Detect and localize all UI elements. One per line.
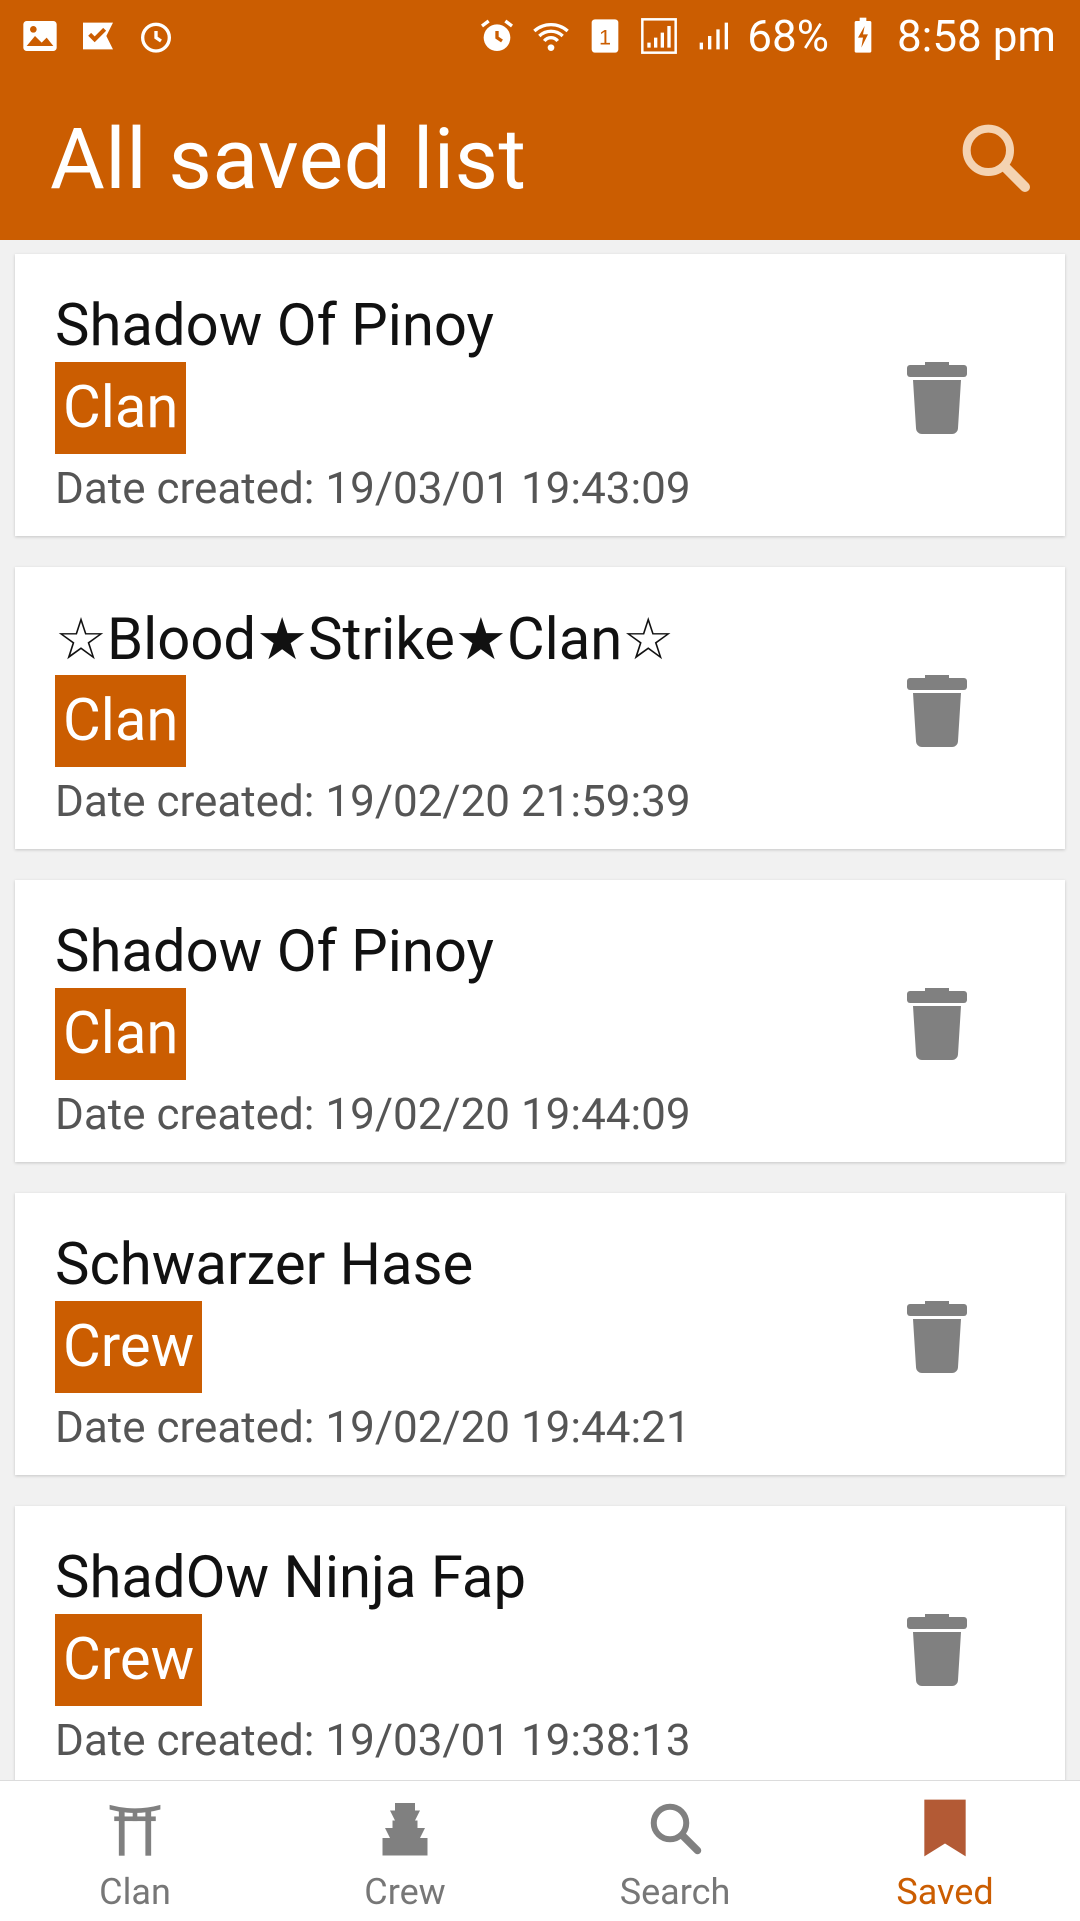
delete-trash-icon[interactable] [907, 675, 967, 747]
saved-item-card[interactable]: Shadow Of Pinoy Clan Date created: 19/03… [15, 254, 1065, 536]
nav-item-saved[interactable]: Saved [810, 1781, 1080, 1921]
app-bar: All saved list [0, 72, 1080, 240]
date-created: Date created: 19/02/20 19:44:09 [55, 1088, 691, 1140]
castle-icon [372, 1795, 438, 1861]
type-badge: Crew [55, 1301, 203, 1393]
nav-label-saved: Saved [896, 1871, 994, 1913]
saved-item-name: ☆Blood★Strike★Clan☆ [55, 606, 675, 674]
status-bar: 1 68% 8:58 pm [0, 0, 1080, 72]
task-check-icon [78, 16, 118, 56]
search-icon [962, 124, 1030, 192]
torii-gate-icon [102, 1795, 168, 1861]
wifi-icon [531, 16, 571, 56]
delete-trash-icon[interactable] [907, 1614, 967, 1686]
nav-label-crew: Crew [364, 1871, 446, 1913]
saved-item-name: ShadOw Ninja Fap [55, 1544, 527, 1612]
delete-trash-icon[interactable] [907, 1301, 967, 1373]
nav-label-clan: Clan [99, 1871, 171, 1913]
status-left [20, 16, 176, 56]
saved-item-card[interactable]: Shadow Of Pinoy Clan Date created: 19/02… [15, 880, 1065, 1162]
type-badge: Crew [55, 1614, 203, 1706]
type-badge: Clan [55, 988, 187, 1080]
sim-icon: 1 [585, 16, 625, 56]
battery-charging-icon [843, 16, 883, 56]
nav-item-crew[interactable]: Crew [270, 1781, 540, 1921]
gallery-icon [20, 16, 60, 56]
alarm-outline-icon [136, 16, 176, 56]
nav-item-search[interactable]: Search [540, 1781, 810, 1921]
date-created: Date created: 19/03/01 19:38:13 [55, 1714, 691, 1766]
svg-text:1: 1 [599, 24, 611, 49]
type-badge: Clan [55, 675, 187, 767]
saved-item-name: Shadow Of Pinoy [55, 292, 494, 360]
page-title: All saved list [50, 110, 527, 209]
delete-trash-icon[interactable] [907, 362, 967, 434]
date-created: Date created: 19/03/01 19:43:09 [55, 462, 691, 514]
delete-trash-icon[interactable] [907, 988, 967, 1060]
bookmark-icon [912, 1795, 978, 1861]
clock: 8:58 pm [896, 10, 1056, 62]
saved-item-name: Shadow Of Pinoy [55, 918, 494, 986]
date-created: Date created: 19/02/20 21:59:39 [55, 775, 691, 827]
battery-percent: 68% [747, 10, 829, 62]
status-right: 1 68% 8:58 pm [477, 10, 1056, 62]
saved-item-card[interactable]: Schwarzer Hase Crew Date created: 19/02/… [15, 1193, 1065, 1475]
saved-item-card[interactable]: ShadOw Ninja Fap Crew Date created: 19/0… [15, 1506, 1065, 1780]
date-created: Date created: 19/02/20 19:44:21 [55, 1401, 691, 1453]
type-badge: Clan [55, 362, 187, 454]
signal-icon-2 [693, 16, 733, 56]
saved-item-card[interactable]: ☆Blood★Strike★Clan☆ Clan Date created: 1… [15, 567, 1065, 849]
search-icon [642, 1795, 708, 1861]
signal-icon [639, 16, 679, 56]
nav-item-clan[interactable]: Clan [0, 1781, 270, 1921]
search-button[interactable] [950, 112, 1040, 202]
nav-label-search: Search [619, 1871, 731, 1913]
saved-list[interactable]: Shadow Of Pinoy Clan Date created: 19/03… [0, 240, 1080, 1780]
saved-item-name: Schwarzer Hase [55, 1231, 474, 1299]
alarm-icon [477, 16, 517, 56]
bottom-navigation: Clan Crew Search Saved [0, 1780, 1080, 1921]
